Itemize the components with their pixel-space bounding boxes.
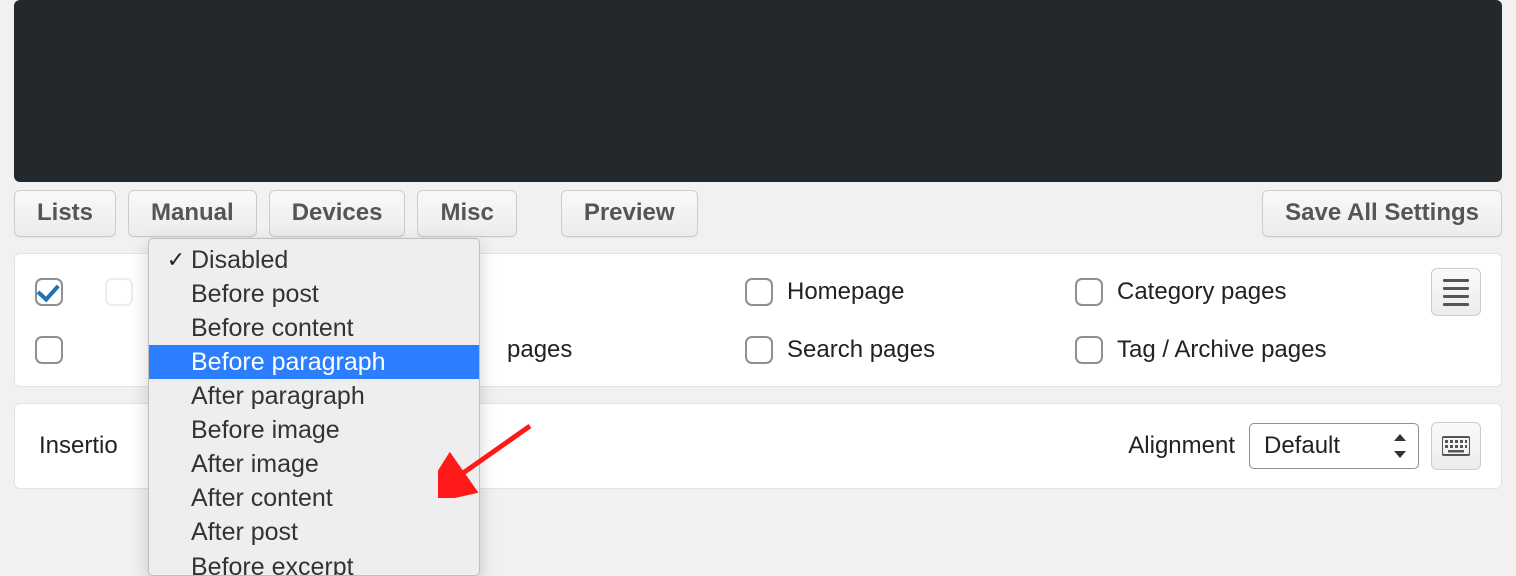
insertion-option[interactable]: Before paragraph	[149, 345, 479, 379]
tag-archive-pages-label: Tag / Archive pages	[1117, 336, 1326, 364]
insertion-option-label: After content	[191, 484, 333, 513]
keyboard-button[interactable]	[1431, 422, 1481, 470]
insertion-option[interactable]: Before excerpt	[149, 549, 479, 576]
toggle-list-button[interactable]	[1431, 268, 1481, 316]
insertion-dropdown[interactable]: ✓Disabled Before post Before content Before…	[148, 238, 480, 576]
preview-button[interactable]: Preview	[561, 190, 698, 237]
keyboard-icon	[1442, 436, 1470, 456]
manual-button[interactable]: Manual	[128, 190, 257, 237]
insertion-option[interactable]: After post	[149, 515, 479, 549]
devices-button[interactable]: Devices	[269, 190, 406, 237]
options-toolbar: Lists Manual Devices Misc Preview Save A…	[14, 190, 1502, 237]
insertion-option[interactable]: Before post	[149, 277, 479, 311]
search-pages-checkbox[interactable]	[745, 336, 773, 364]
insertion-option[interactable]: Before content	[149, 311, 479, 345]
insertion-option-label: Disabled	[191, 246, 288, 275]
save-all-settings-button[interactable]: Save All Settings	[1262, 190, 1502, 237]
static-pages-label-partial: pages	[507, 336, 572, 364]
insertion-option-label: Before excerpt	[191, 553, 354, 576]
insertion-label: Insertio	[35, 432, 118, 460]
insertion-option[interactable]: After content	[149, 481, 479, 515]
posts-checkbox[interactable]	[35, 278, 63, 306]
homepage-checkbox[interactable]	[745, 278, 773, 306]
insertion-option[interactable]: After image	[149, 447, 479, 481]
static-pages-checkbox[interactable]	[35, 336, 63, 364]
category-pages-checkbox[interactable]	[1075, 278, 1103, 306]
posts-secondary-checkbox[interactable]	[105, 278, 133, 306]
insertion-option-label: Before post	[191, 280, 319, 309]
tag-archive-pages-checkbox[interactable]	[1075, 336, 1103, 364]
alignment-select[interactable]: Default	[1249, 423, 1419, 469]
misc-button[interactable]: Misc	[417, 190, 516, 237]
alignment-label: Alignment	[1128, 432, 1235, 460]
insertion-option[interactable]: Before image	[149, 413, 479, 447]
code-editor-area[interactable]	[14, 0, 1502, 182]
lists-button[interactable]: Lists	[14, 190, 116, 237]
insertion-option-label: After image	[191, 450, 319, 479]
insertion-option-label: Before content	[191, 314, 354, 343]
check-icon: ✓	[161, 247, 191, 273]
homepage-label: Homepage	[787, 278, 904, 306]
alignment-select-value: Default	[1264, 432, 1340, 459]
insertion-option-label: Before image	[191, 416, 340, 445]
insertion-option[interactable]: ✓Disabled	[149, 243, 479, 277]
search-pages-label: Search pages	[787, 336, 935, 364]
category-pages-label: Category pages	[1117, 278, 1286, 306]
insertion-option-label: Before paragraph	[191, 348, 386, 377]
insertion-option-label: After paragraph	[191, 382, 365, 411]
insertion-option[interactable]: After paragraph	[149, 379, 479, 413]
insertion-option-label: After post	[191, 518, 298, 547]
